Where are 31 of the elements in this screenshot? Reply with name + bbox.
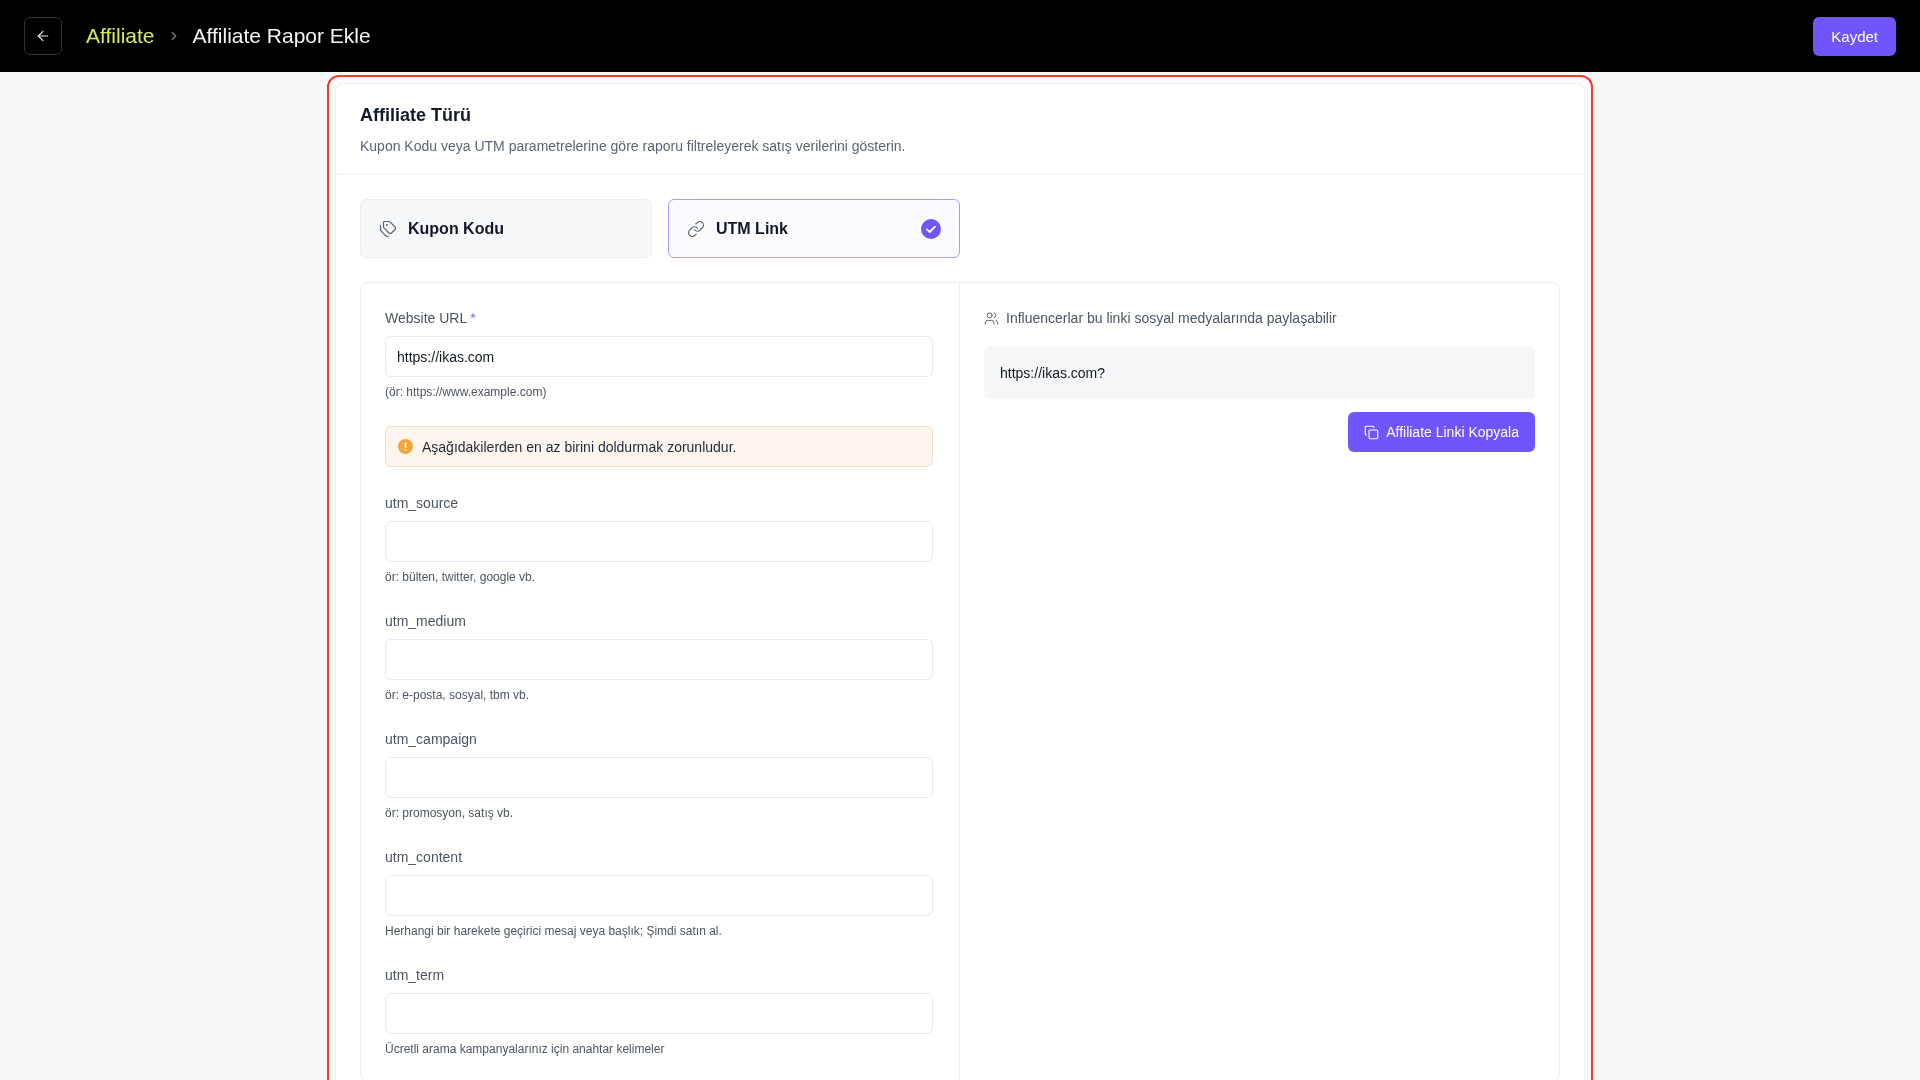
type-option[interactable]: Kupon Kodu [360, 199, 652, 258]
type-option[interactable]: UTM Link [668, 199, 960, 258]
page-title: Affiliate Rapor Ekle [192, 24, 371, 48]
input-field[interactable]: https://ikas.com [385, 336, 933, 377]
field-hint: ör: e-posta, sosyal, tbm vb. [385, 687, 531, 703]
section-title: Affiliate Türü [360, 104, 472, 127]
field-label: utm_term [385, 966, 446, 985]
field-hint: ör: bülten, twitter, google vb. [385, 569, 537, 585]
field-label: utm_medium [385, 612, 467, 631]
breadcrumb-link[interactable]: Affiliate [86, 24, 155, 48]
field-label: Website URL * [385, 309, 477, 328]
field-hint: (ör: https://www.example.com) [385, 384, 548, 400]
field-label: utm_content [385, 848, 464, 867]
field-label: utm_campaign [385, 730, 478, 749]
share-note: Influencerlar bu linki sosyal medyalarında paylaşabilir [1006, 309, 1337, 328]
tags-icon [379, 219, 397, 238]
section-description: Kupon Kodu veya UTM parametrelerine göre raporu filtreleyerek satış verilerini gösterin. [360, 137, 907, 156]
field-label: utm_source [385, 494, 460, 513]
field-hint: ör: promosyon, satış vb. [385, 805, 515, 821]
users-icon [984, 310, 999, 326]
warning-icon [398, 439, 413, 454]
link-field[interactable]: https://ikas.com? [984, 346, 1535, 399]
field-hint: Herhangi bir harekete geçirici mesaj veya başlık; Şimdi satın al. [385, 923, 723, 939]
warning-text: Aşağıdakilerden en az birini doldurmak zorunludur. [422, 438, 737, 455]
copy-link-button[interactable]: Affiliate Linki Kopyala [1348, 412, 1535, 452]
back-button[interactable] [24, 17, 62, 55]
copy-icon [1364, 424, 1380, 440]
check-icon [921, 218, 941, 239]
field-hint: Ücretli arama kampanyalarınız için anahtar kelimeler [385, 1041, 666, 1057]
link-icon [687, 219, 705, 238]
save-button[interactable]: Kaydet [1813, 16, 1896, 56]
